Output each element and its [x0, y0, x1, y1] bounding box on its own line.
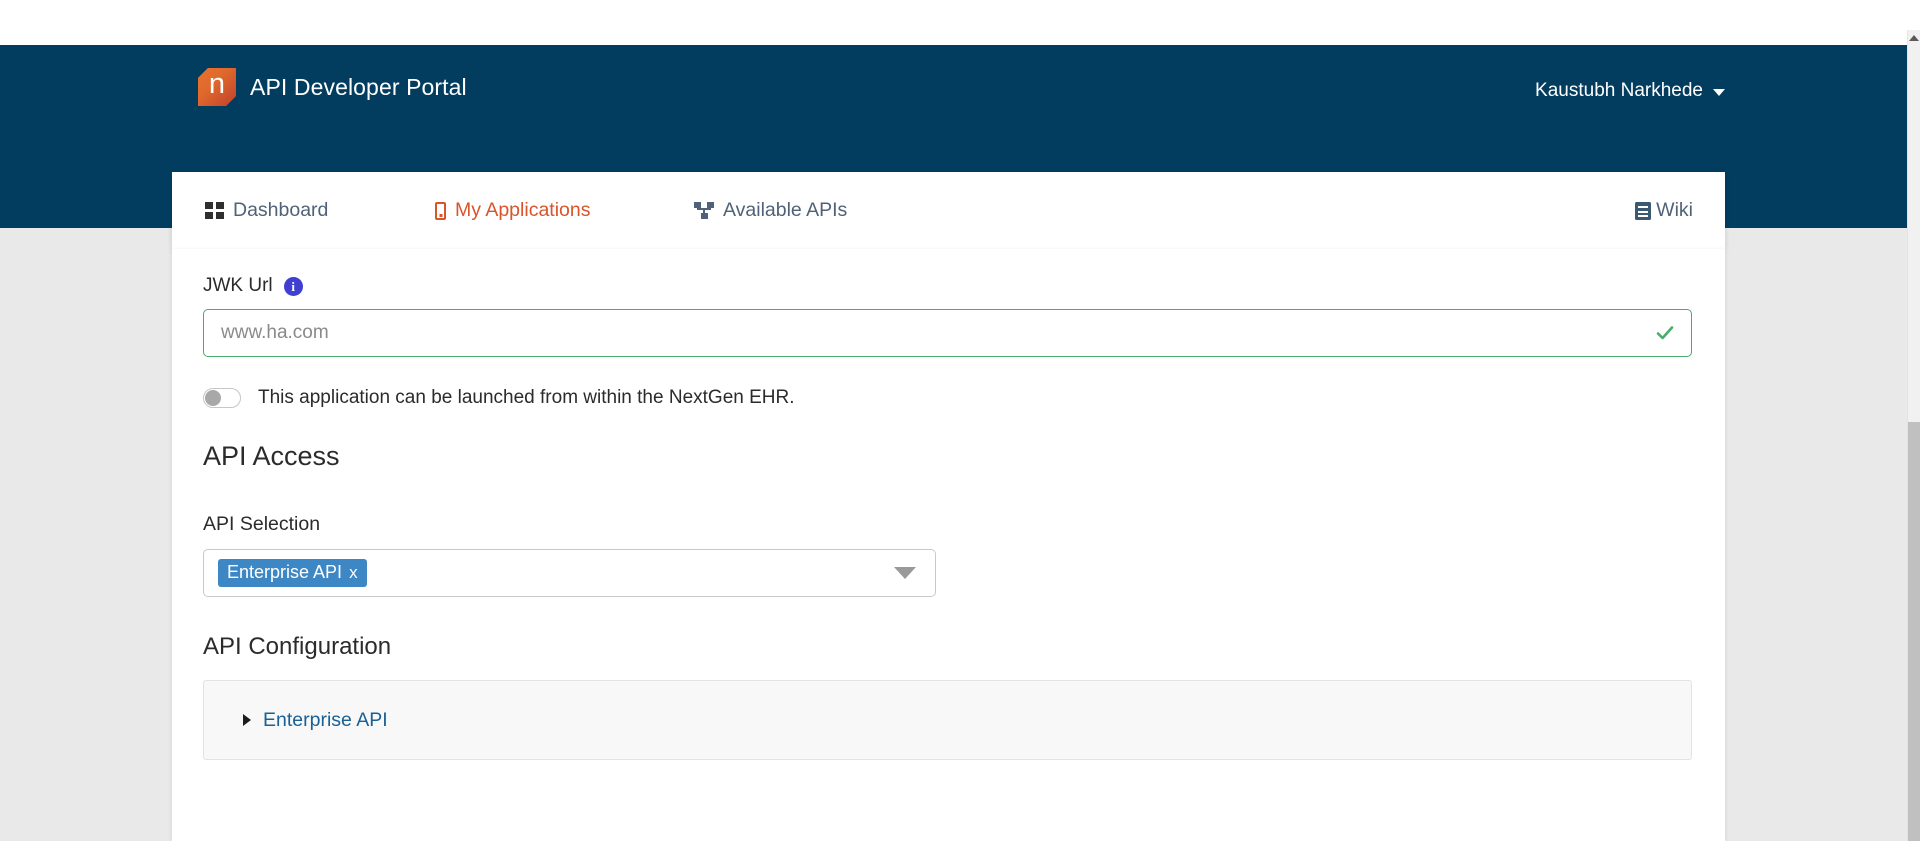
info-icon[interactable]: i [283, 276, 303, 296]
api-selection-multiselect[interactable]: Enterprise API x [203, 549, 936, 597]
nav-label-my-applications: My Applications [455, 199, 591, 221]
ehr-launch-toggle-row: This application can be launched from wi… [203, 387, 1699, 409]
jwk-url-label-row: JWK Url i [203, 275, 1699, 297]
nav-item-my-applications[interactable]: My Applications [435, 199, 590, 222]
caret-down-icon[interactable] [894, 567, 916, 579]
nav-label-available-apis: Available APIs [723, 199, 848, 221]
scroll-up-arrow-icon[interactable] [1909, 35, 1919, 41]
application-form-card: JWK Url i This application can be launch… [172, 249, 1725, 841]
accordion-label: Enterprise API [263, 708, 388, 731]
main-nav: Dashboard My Applications Available APIs… [172, 172, 1725, 249]
jwk-url-label: JWK Url [203, 275, 273, 296]
ehr-launch-toggle[interactable] [203, 388, 241, 408]
nextgen-logo: n [198, 68, 236, 106]
triangle-right-icon [243, 714, 251, 726]
remove-chip-button[interactable]: x [349, 563, 358, 583]
app-root: n API Developer Portal Kaustubh Narkhede… [0, 0, 1920, 841]
user-menu[interactable]: Kaustubh Narkhede [1535, 80, 1725, 102]
api-selection-label: API Selection [203, 513, 321, 535]
api-configuration-heading: API Configuration [203, 633, 392, 660]
page-scrollbar[interactable] [1907, 30, 1920, 841]
jwk-url-input[interactable] [204, 310, 1691, 356]
grid-icon [205, 202, 224, 219]
browser-top-strip [0, 0, 1907, 45]
ehr-launch-toggle-label: This application can be launched from wi… [258, 387, 795, 408]
nav-label-dashboard: Dashboard [233, 199, 329, 221]
accordion-item-enterprise-api[interactable]: Enterprise API [243, 709, 388, 732]
app-title: API Developer Portal [250, 73, 467, 100]
mobile-icon [435, 201, 446, 220]
check-icon [1656, 326, 1674, 340]
api-access-heading: API Access [203, 441, 340, 471]
selected-api-chip-label: Enterprise API [227, 562, 343, 582]
scrollbar-thumb[interactable] [1908, 422, 1920, 841]
selected-api-chip: Enterprise API x [218, 559, 367, 587]
api-configuration-panel: Enterprise API [203, 680, 1692, 760]
jwk-url-input-wrap [203, 309, 1692, 357]
toggle-knob [205, 390, 221, 406]
sitemap-icon [694, 202, 714, 219]
nav-item-available-apis[interactable]: Available APIs [694, 199, 847, 222]
brand[interactable]: n API Developer Portal [198, 68, 467, 106]
nav-item-wiki[interactable]: Wiki [1635, 199, 1693, 222]
nav-label-wiki: Wiki [1656, 199, 1693, 221]
user-name: Kaustubh Narkhede [1535, 80, 1703, 101]
nav-item-dashboard[interactable]: Dashboard [205, 199, 328, 222]
book-icon [1635, 201, 1652, 220]
chevron-down-icon [1713, 89, 1725, 96]
